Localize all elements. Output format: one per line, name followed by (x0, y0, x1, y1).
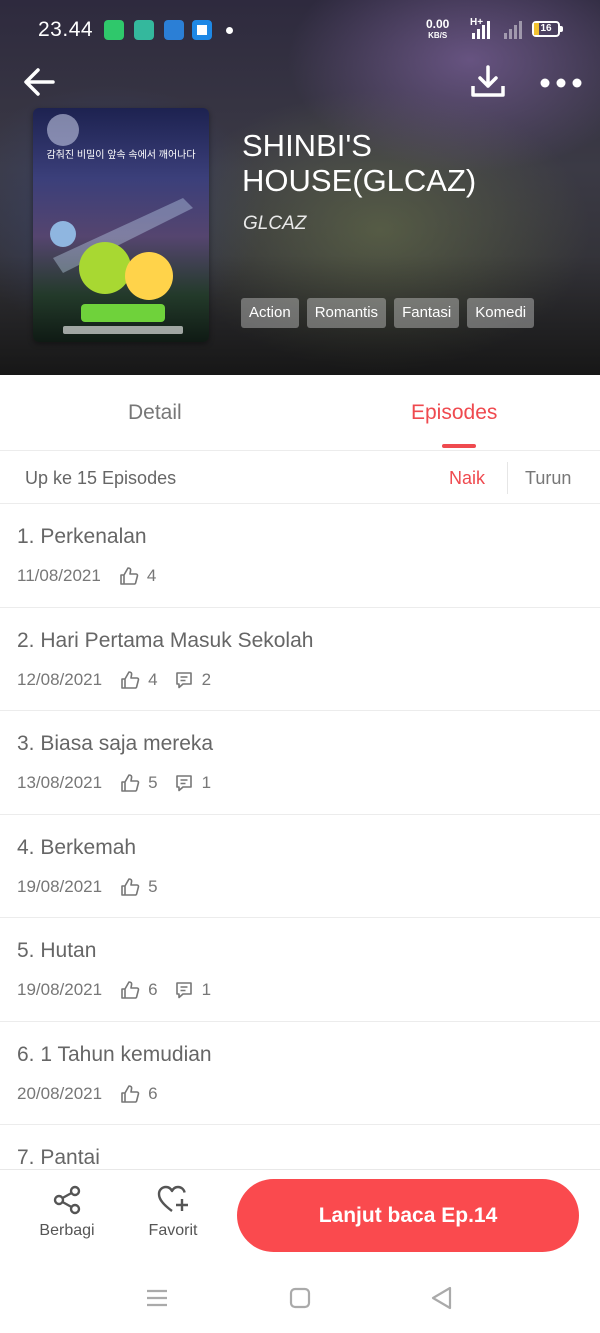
genre-tag[interactable]: Romantis (306, 298, 387, 328)
episode-date: 12/08/2021 (17, 669, 103, 689)
episode-meta: 20/08/2021 6 (17, 1084, 174, 1104)
comment-count: 1 (201, 773, 212, 792)
net-speed: 0.00 KB/S (426, 17, 450, 41)
favorite-button[interactable]: Favorit (133, 1184, 213, 1240)
sort-descending-button[interactable]: Turun (525, 468, 571, 489)
episode-row[interactable]: 1. Perkenalan 11/08/2021 4 (0, 504, 600, 608)
heart-plus-icon (157, 1185, 188, 1212)
cover-art (47, 114, 193, 334)
download-icon[interactable] (468, 62, 508, 102)
episode-meta: 19/08/2021 5 (17, 877, 174, 897)
net-speed-unit: KB/S (428, 31, 448, 40)
episode-title: 6. 1 Tahun kemudian (17, 1042, 212, 1066)
author-name: GLCAZ (243, 213, 307, 234)
tab-episodes[interactable]: Episodes (411, 401, 497, 425)
share-button[interactable]: Berbagi (27, 1184, 107, 1240)
system-nav-bar (0, 1262, 600, 1333)
active-tab-indicator (442, 444, 476, 448)
episode-row[interactable]: 3. Biasa saja mereka 13/08/2021 5 1 (0, 711, 600, 815)
episode-meta: 19/08/2021 6 1 (17, 980, 227, 1000)
thumbs-up-icon (121, 670, 140, 689)
tab-detail[interactable]: Detail (128, 401, 182, 425)
episode-meta: 13/08/2021 5 1 (17, 773, 227, 793)
episode-row[interactable]: 5. Hutan 19/08/2021 6 1 (0, 918, 600, 1022)
comic-title: SHINBI'S HOUSE(GLCAZ) (242, 128, 477, 198)
episode-meta: 12/08/2021 4 2 (17, 670, 227, 690)
like-count: 4 (146, 566, 157, 585)
like-count: 6 (148, 980, 158, 999)
notification-app-icon (104, 20, 124, 40)
home-icon[interactable] (285, 1283, 315, 1313)
comment-icon (175, 775, 192, 792)
battery-icon: 16 (532, 21, 563, 37)
episode-list: 1. Perkenalan 11/08/2021 4 2. Hari Perta… (0, 504, 600, 1169)
episode-count: Up ke 15 Episodes (25, 468, 177, 488)
genre-tags: Action Romantis Fantasi Komedi (241, 298, 535, 328)
episode-meta: 11/08/2021 4 (17, 566, 172, 586)
episode-title: 2. Hari Pertama Masuk Sekolah (17, 628, 314, 652)
episode-date: 13/08/2021 (17, 773, 103, 792)
share-icon (53, 1185, 81, 1215)
episode-date: 20/08/2021 (17, 1083, 103, 1103)
episode-title: 7. Pantai (17, 1146, 100, 1169)
notification-app-icon (134, 20, 154, 40)
episode-row[interactable]: 7. Pantai (0, 1125, 600, 1169)
genre-tag[interactable]: Komedi (467, 298, 535, 328)
status-bar: 23.44 0.00 KB/S H+ 16 (0, 0, 600, 58)
episode-row[interactable]: 2. Hari Pertama Masuk Sekolah 12/08/2021… (0, 608, 600, 711)
comment-count: 2 (201, 669, 212, 689)
tab-bar: Detail Episodes (0, 375, 600, 451)
comic-header: 23.44 0.00 KB/S H+ 16 감춰진 비밀이 앞속 속에서 깨어나… (0, 0, 600, 375)
thumbs-up-icon (121, 981, 140, 999)
like-count: 5 (148, 876, 158, 896)
more-dots-icon[interactable] (538, 72, 584, 94)
back-nav-icon[interactable] (427, 1283, 457, 1313)
like-count: 5 (148, 773, 158, 792)
like-count: 4 (148, 669, 158, 689)
episode-row[interactable]: 6. 1 Tahun kemudian 20/08/2021 6 (0, 1022, 600, 1125)
episode-title: 5. Hutan (17, 939, 97, 962)
episode-date: 19/08/2021 (17, 980, 103, 999)
bottom-action-bar: Berbagi Favorit Lanjut baca Ep.14 (0, 1169, 600, 1262)
back-arrow-icon[interactable] (20, 62, 60, 102)
sort-bar: Up ke 15 Episodes Naik Turun (0, 451, 600, 504)
thumbs-up-icon (121, 877, 140, 896)
episode-title: 4. Berkemah (17, 835, 137, 859)
sort-ascending-button[interactable]: Naik (449, 468, 485, 489)
signal-icon (504, 21, 522, 39)
notification-app-icon (192, 20, 212, 40)
episode-date: 19/08/2021 (17, 876, 103, 896)
like-count: 6 (148, 1083, 158, 1103)
continue-reading-button[interactable]: Lanjut baca Ep.14 (237, 1179, 579, 1252)
recent-apps-icon[interactable] (142, 1283, 172, 1313)
status-time: 23.44 (38, 18, 94, 41)
episode-title: 1. Perkenalan (17, 525, 147, 548)
battery-level: 16 (540, 23, 552, 34)
episode-date: 11/08/2021 (17, 566, 101, 585)
net-speed-value: 0.00 (426, 17, 450, 31)
genre-tag[interactable]: Fantasi (394, 298, 460, 328)
comment-count: 1 (201, 980, 212, 999)
favorite-label: Favorit (148, 1222, 198, 1239)
thumbs-up-icon (121, 1084, 140, 1103)
cover-image: 감춰진 비밀이 앞속 속에서 깨어나다 (33, 108, 209, 342)
sort-divider (507, 462, 508, 494)
episode-title: 3. Biasa saja mereka (17, 732, 214, 755)
notification-app-icon (164, 20, 184, 40)
thumbs-up-icon (120, 567, 139, 585)
comment-icon (175, 671, 192, 688)
share-label: Berbagi (39, 1222, 95, 1239)
genre-tag[interactable]: Action (241, 298, 299, 328)
comment-icon (175, 982, 192, 999)
episode-row[interactable]: 4. Berkemah 19/08/2021 5 (0, 815, 600, 918)
signal-icon (472, 21, 490, 39)
thumbs-up-icon (121, 774, 140, 792)
more-notifications-dot (226, 27, 233, 34)
